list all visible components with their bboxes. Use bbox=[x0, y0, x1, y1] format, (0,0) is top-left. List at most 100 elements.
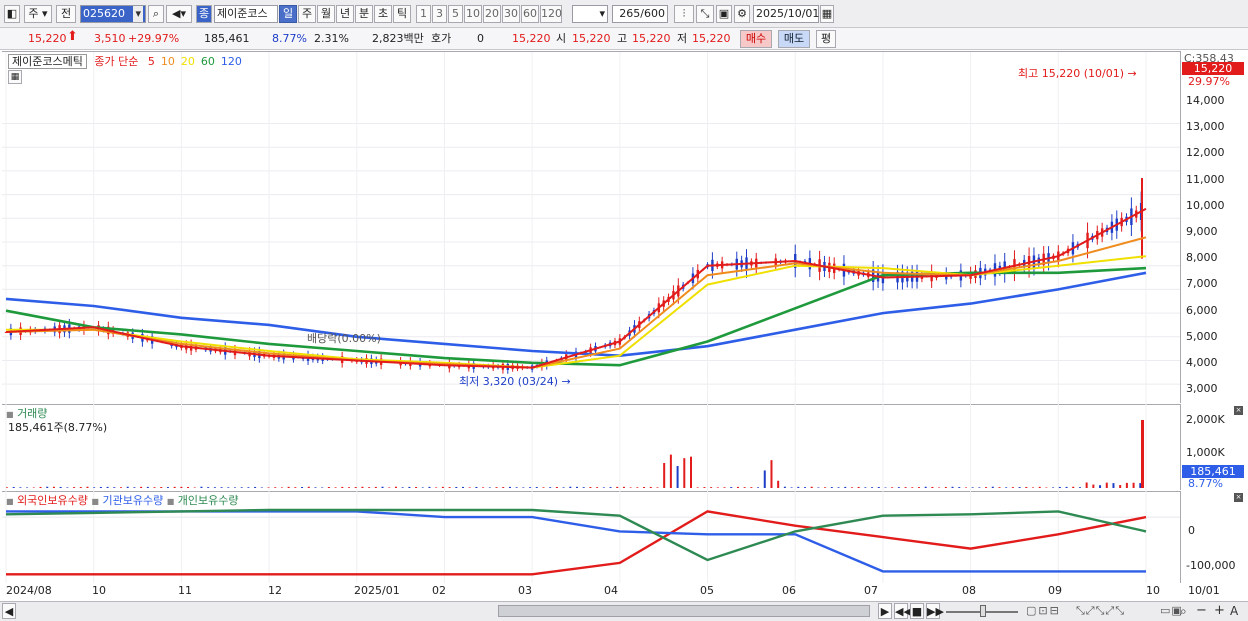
volume-bar bbox=[911, 487, 914, 488]
x-axis-label: 08 bbox=[962, 584, 976, 597]
volume-bar bbox=[415, 486, 418, 488]
volume-bar bbox=[897, 487, 900, 488]
ma-legend-5[interactable]: 5 bbox=[148, 55, 155, 68]
volume-bar bbox=[736, 486, 739, 488]
volume-bar bbox=[321, 487, 324, 488]
fast-forward-icon[interactable]: ▶▶ bbox=[926, 603, 944, 619]
volume-bar bbox=[576, 486, 578, 488]
volume-bar bbox=[26, 487, 29, 488]
volume-bar bbox=[200, 486, 203, 488]
price-y-tick: 9,000 bbox=[1186, 225, 1218, 238]
x-axis-label: 09 bbox=[1048, 584, 1062, 597]
ma-legend-10[interactable]: 10 bbox=[161, 55, 175, 68]
dividend-marker: 배당락(0.00%) bbox=[307, 332, 381, 345]
volume-bar bbox=[502, 487, 505, 488]
ma-legend-label[interactable]: 종가 단순 bbox=[94, 55, 138, 68]
volume-bar bbox=[669, 454, 672, 488]
volume-bar bbox=[1112, 483, 1115, 488]
foreign-holder-legend[interactable]: 외국인보유수량 bbox=[17, 494, 88, 507]
volume-bar-peak bbox=[1141, 420, 1144, 488]
close-icon[interactable]: × bbox=[1234, 493, 1243, 502]
volume-bar bbox=[569, 486, 572, 488]
volume-bar bbox=[884, 487, 887, 488]
rewind-icon[interactable]: ◀◀ bbox=[894, 603, 912, 619]
volume-bar bbox=[582, 487, 585, 488]
volume-bar bbox=[1139, 483, 1142, 488]
volume-bar bbox=[730, 487, 733, 488]
volume-bar bbox=[643, 486, 646, 488]
volume-bar bbox=[971, 487, 974, 488]
volume-bar bbox=[763, 470, 766, 488]
volume-bar bbox=[1078, 487, 1081, 488]
volume-bar bbox=[1099, 485, 1102, 488]
ma-legend-20[interactable]: 20 bbox=[181, 55, 195, 68]
volume-bar bbox=[602, 487, 605, 488]
volume-bar bbox=[227, 487, 230, 488]
zoom-slider-handle[interactable] bbox=[980, 605, 986, 617]
scrollbar-thumb[interactable] bbox=[498, 605, 870, 617]
volume-bar bbox=[1132, 482, 1135, 488]
volume-bar bbox=[354, 487, 357, 488]
layout-tools-icon[interactable]: ▢⊡⊟ bbox=[1026, 604, 1061, 617]
volume-bar bbox=[515, 487, 518, 488]
line-tools-icon[interactable]: ⤡⤢⤡⤢⤡ bbox=[1076, 604, 1125, 618]
volume-bar bbox=[804, 487, 806, 488]
auto-scale-icon[interactable]: A bbox=[1230, 604, 1238, 618]
zoom-in-icon[interactable]: + bbox=[1214, 603, 1225, 618]
volume-bar bbox=[951, 486, 954, 488]
volume-bar bbox=[12, 487, 15, 488]
ma-legend-60[interactable]: 60 bbox=[201, 55, 215, 68]
volume-bar bbox=[73, 487, 76, 488]
stock-legend-label[interactable]: 제이준코스메틱 bbox=[8, 54, 87, 69]
volume-bar bbox=[46, 486, 49, 488]
price-y-tick: 11,000 bbox=[1186, 172, 1225, 186]
volume-bar bbox=[723, 487, 726, 488]
volume-bar bbox=[401, 487, 404, 488]
individual-holder-legend[interactable]: 개인보유수량 bbox=[178, 494, 239, 507]
price-legend: 제이준코스메틱 종가 단순 5 10 20 60 120 bbox=[8, 53, 242, 69]
volume-bar bbox=[193, 487, 196, 488]
zoom-out-icon[interactable]: − bbox=[1196, 603, 1207, 618]
volume-bar bbox=[234, 487, 236, 488]
scroll-left-icon[interactable]: ◀ bbox=[2, 603, 16, 619]
volume-bar bbox=[985, 487, 988, 488]
price-y-tick: 5,000 bbox=[1186, 329, 1218, 343]
volume-bar bbox=[348, 487, 350, 488]
price-y-tick: 13,000 bbox=[1186, 120, 1225, 134]
volume-rate-tag: 8.77% bbox=[1188, 477, 1223, 490]
institution-holder-legend[interactable]: 기관보유수량 bbox=[102, 494, 163, 507]
ma-legend-120[interactable]: 120 bbox=[221, 55, 242, 68]
legend-square-icon: ■ bbox=[166, 497, 175, 506]
volume-bar bbox=[817, 487, 820, 488]
stop-icon[interactable]: ■ bbox=[910, 603, 924, 619]
volume-bar bbox=[173, 486, 176, 488]
volume-bar bbox=[636, 487, 639, 488]
legend-square-icon: ■ bbox=[6, 410, 14, 419]
volume-bar bbox=[529, 487, 532, 488]
holder-line-1 bbox=[6, 510, 1146, 573]
volume-bar bbox=[361, 486, 364, 488]
volume-bar bbox=[421, 487, 424, 488]
volume-bar bbox=[59, 486, 62, 488]
scroll-right-icon[interactable]: ▶ bbox=[878, 603, 892, 619]
table-toggle-icon[interactable]: ▦ bbox=[8, 70, 22, 84]
volume-bar bbox=[622, 486, 625, 488]
holder-line-0 bbox=[6, 510, 1147, 576]
zoom-icon[interactable]: ⌕ bbox=[1180, 604, 1187, 619]
volume-bar bbox=[368, 487, 371, 488]
volume-bar bbox=[280, 487, 283, 488]
volume-bar bbox=[254, 486, 257, 488]
volume-bar bbox=[381, 486, 384, 488]
volume-bar bbox=[180, 486, 183, 488]
volume-bar bbox=[220, 487, 223, 488]
volume-bar bbox=[314, 487, 317, 488]
volume-bar bbox=[448, 487, 451, 488]
volume-bar bbox=[160, 487, 163, 488]
volume-bar bbox=[213, 487, 216, 488]
volume-bar bbox=[877, 487, 880, 488]
x-axis-label: 07 bbox=[864, 584, 878, 597]
volume-bar bbox=[743, 487, 746, 488]
volume-bar bbox=[857, 486, 860, 488]
volume-bar bbox=[663, 463, 666, 488]
close-icon[interactable]: × bbox=[1234, 406, 1243, 415]
